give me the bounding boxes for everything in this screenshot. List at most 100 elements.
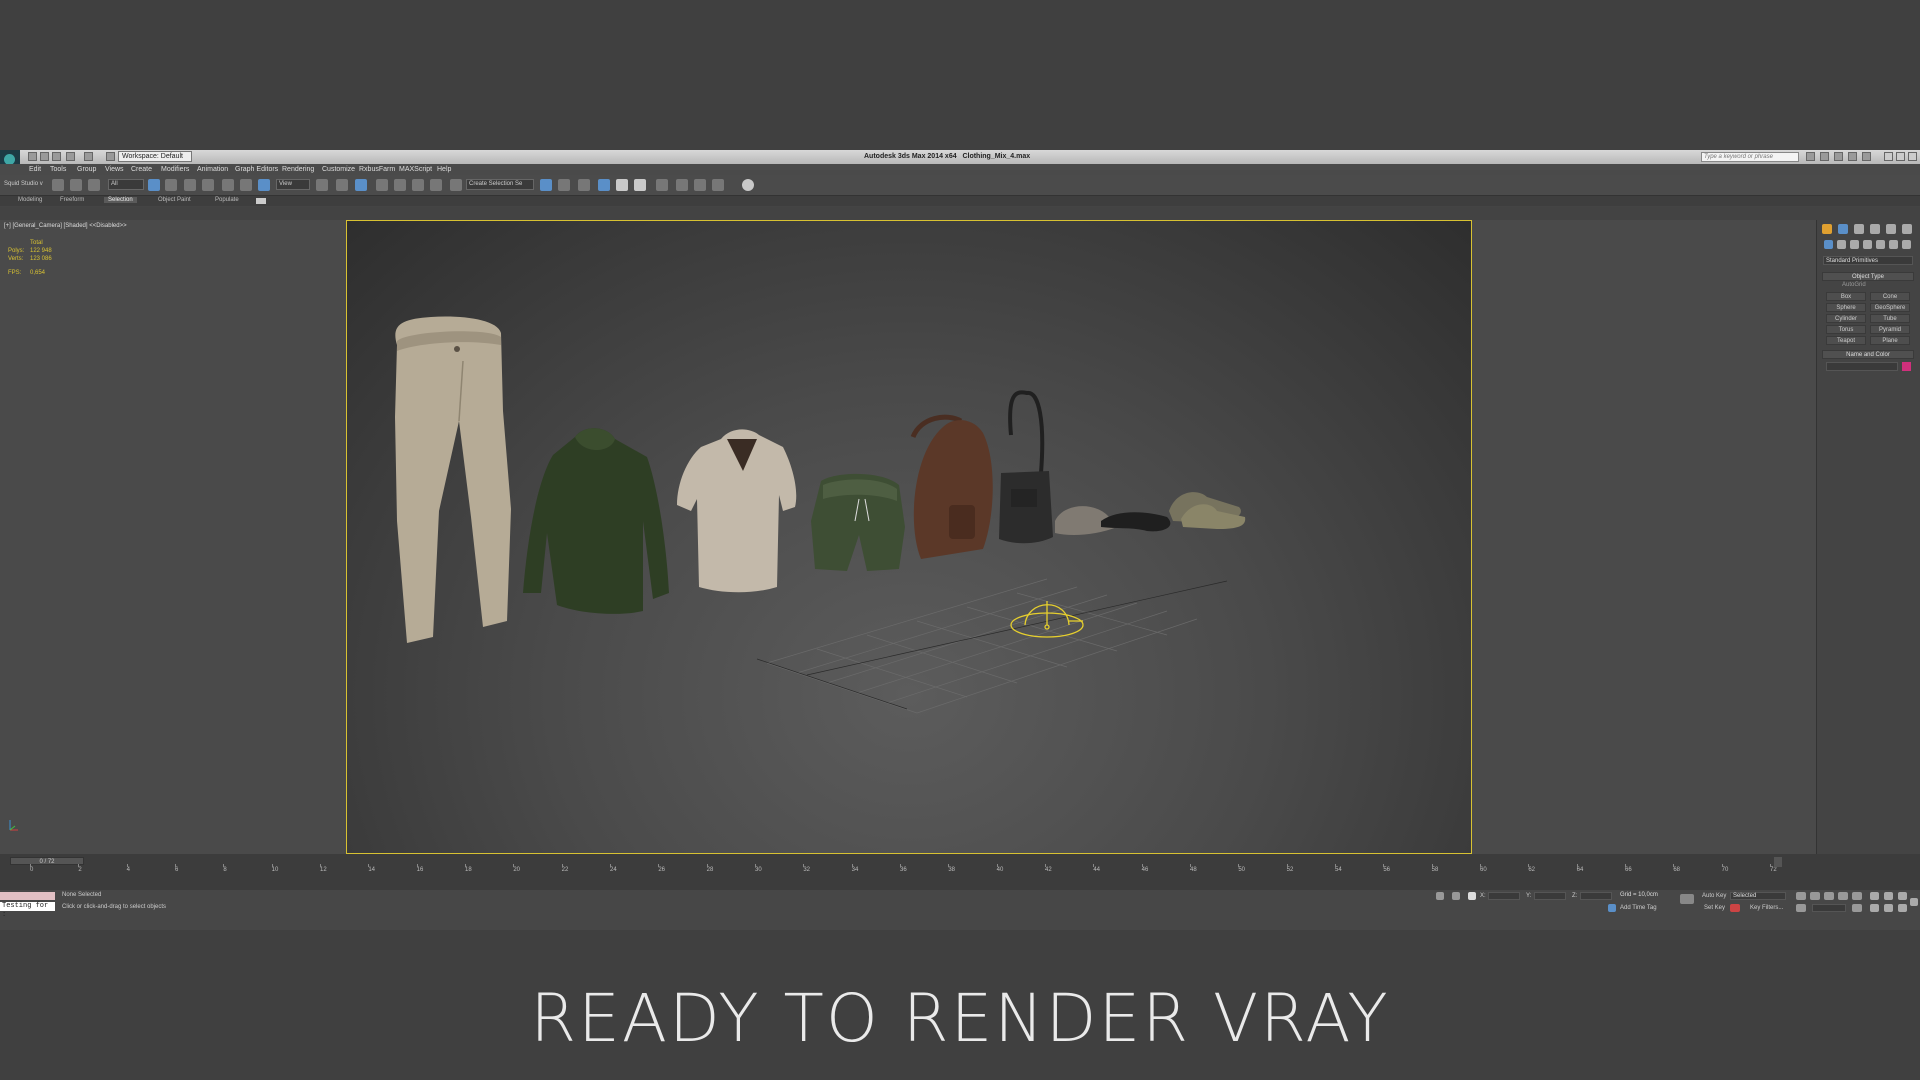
tube-button[interactable]: Tube: [1870, 314, 1910, 323]
render-setup-icon[interactable]: [676, 179, 688, 191]
display-tab-icon[interactable]: [1886, 224, 1896, 234]
field-of-view-icon[interactable]: [1870, 904, 1879, 912]
workspace-dropdown[interactable]: Workspace: Default: [118, 151, 192, 162]
spinner-snap-icon[interactable]: [430, 179, 442, 191]
tab-freeform[interactable]: Freeform: [60, 197, 84, 203]
new-file-icon[interactable]: [28, 152, 37, 161]
menu-animation[interactable]: Animation: [197, 166, 228, 173]
select-and-link-icon[interactable]: [52, 179, 64, 191]
curve-editor-icon[interactable]: [616, 179, 628, 191]
undo-icon[interactable]: [66, 152, 75, 161]
save-file-icon[interactable]: [52, 152, 61, 161]
zoom-icon[interactable]: [1870, 892, 1879, 900]
close-icon[interactable]: [1908, 152, 1917, 161]
autogrid-checkbox[interactable]: AutoGrid: [1842, 282, 1866, 288]
layer-manager-icon[interactable]: [578, 179, 590, 191]
maxscript-input[interactable]: Testing for :: [0, 902, 55, 919]
menu-customize[interactable]: Customize: [322, 166, 355, 173]
plane-button[interactable]: Plane: [1870, 336, 1910, 345]
goto-start-icon[interactable]: [1796, 892, 1806, 900]
search-icon[interactable]: [1806, 152, 1815, 161]
zoom-all-icon[interactable]: [1884, 892, 1893, 900]
current-frame-field[interactable]: [1812, 904, 1846, 912]
pyramid-button[interactable]: Pyramid: [1870, 325, 1910, 334]
select-and-move-icon[interactable]: [222, 179, 234, 191]
mirror-icon[interactable]: [540, 179, 552, 191]
help-icon[interactable]: [1862, 152, 1871, 161]
motion-tab-icon[interactable]: [1870, 224, 1880, 234]
time-tag-icon[interactable]: [1608, 904, 1616, 912]
previous-frame-icon[interactable]: [1810, 892, 1820, 900]
graphite-toolbar-icon[interactable]: [598, 179, 610, 191]
maximize-viewport-icon[interactable]: [1910, 898, 1918, 906]
set-key-button[interactable]: Set Key: [1704, 905, 1725, 911]
geosphere-button[interactable]: GeoSphere: [1870, 303, 1910, 312]
camera-viewport[interactable]: [346, 220, 1472, 854]
shapes-icon[interactable]: [1837, 240, 1846, 249]
default-in-out-tangent-icon[interactable]: [1730, 904, 1740, 912]
z-coordinate-field[interactable]: [1580, 892, 1612, 900]
key-mode-dropdown[interactable]: Selected: [1730, 892, 1786, 900]
keyword-search-input[interactable]: Type a keyword or phrase: [1701, 152, 1799, 162]
object-type-rollout[interactable]: Object Type: [1822, 272, 1914, 281]
menu-modifiers[interactable]: Modifiers: [161, 166, 189, 173]
edit-named-selection-icon[interactable]: [450, 179, 462, 191]
viewport-label[interactable]: [+] [General_Camera] [Shaded] <<Disabled…: [4, 223, 127, 229]
selection-lock-icon[interactable]: [1452, 892, 1460, 900]
box-button[interactable]: Box: [1826, 292, 1866, 301]
sphere-button[interactable]: Sphere: [1826, 303, 1866, 312]
object-name-input[interactable]: [1826, 362, 1898, 371]
redo-icon[interactable]: [84, 152, 93, 161]
cone-button[interactable]: Cone: [1870, 292, 1910, 301]
time-slider[interactable]: 0 / 72: [10, 857, 84, 865]
pan-view-icon[interactable]: [1884, 904, 1893, 912]
select-by-name-icon[interactable]: [165, 179, 177, 191]
track-bar-end-icon[interactable]: [1774, 857, 1782, 867]
utilities-tab-icon[interactable]: [1902, 224, 1912, 234]
track-bar[interactable]: 0 2 4 6 8 10 12 14 16 18 20 22 24 26 28 30 32 34 36 38 40 42 4…: [30, 864, 1790, 879]
maxscript-listener-mini[interactable]: [0, 892, 55, 900]
primitive-category-dropdown[interactable]: Standard Primitives: [1823, 256, 1913, 265]
material-editor-icon[interactable]: [656, 179, 668, 191]
reference-coordinate-dropdown[interactable]: View: [276, 179, 310, 190]
isolate-selection-icon[interactable]: [1436, 892, 1444, 900]
render-production-icon[interactable]: [712, 179, 724, 191]
create-tab-icon[interactable]: [1822, 224, 1832, 234]
helpers-icon[interactable]: [1876, 240, 1885, 249]
favorites-icon[interactable]: [1848, 152, 1857, 161]
tab-modeling[interactable]: Modeling: [18, 197, 42, 203]
object-color-swatch[interactable]: [1902, 362, 1911, 371]
goto-end-icon[interactable]: [1852, 892, 1862, 900]
select-and-rotate-icon[interactable]: [240, 179, 252, 191]
cameras-icon[interactable]: [1863, 240, 1872, 249]
ribbon-toggle-icon[interactable]: [256, 198, 266, 204]
geometry-icon[interactable]: [1824, 240, 1833, 249]
select-and-manipulate-icon[interactable]: [336, 179, 348, 191]
menu-rendering[interactable]: Rendering: [282, 166, 314, 173]
zoom-extents-icon[interactable]: [1898, 892, 1907, 900]
name-and-color-rollout[interactable]: Name and Color: [1822, 350, 1914, 359]
teapot-button[interactable]: Teapot: [1826, 336, 1866, 345]
angle-snap-icon[interactable]: [394, 179, 406, 191]
subscription-icon[interactable]: [1820, 152, 1829, 161]
rectangular-selection-icon[interactable]: [184, 179, 196, 191]
hierarchy-tab-icon[interactable]: [1854, 224, 1864, 234]
menu-create[interactable]: Create: [131, 166, 152, 173]
auto-key-button[interactable]: Auto Key: [1702, 893, 1726, 899]
tab-object-paint[interactable]: Object Paint: [158, 197, 191, 203]
menu-maxscript[interactable]: MAXScript: [399, 166, 432, 173]
time-configuration-icon[interactable]: [1852, 904, 1862, 912]
modify-tab-icon[interactable]: [1838, 224, 1848, 234]
key-mode-toggle-icon[interactable]: [1796, 904, 1806, 912]
selection-filter-dropdown[interactable]: All: [108, 179, 144, 190]
cylinder-button[interactable]: Cylinder: [1826, 314, 1866, 323]
absolute-mode-icon[interactable]: [1468, 892, 1476, 900]
align-icon[interactable]: [558, 179, 570, 191]
select-object-icon[interactable]: [148, 179, 160, 191]
menu-group[interactable]: Group: [77, 166, 96, 173]
menu-tools[interactable]: Tools: [50, 166, 66, 173]
torus-button[interactable]: Torus: [1826, 325, 1866, 334]
orbit-icon[interactable]: [1898, 904, 1907, 912]
bind-space-warp-icon[interactable]: [88, 179, 100, 191]
tab-populate[interactable]: Populate: [215, 197, 239, 203]
